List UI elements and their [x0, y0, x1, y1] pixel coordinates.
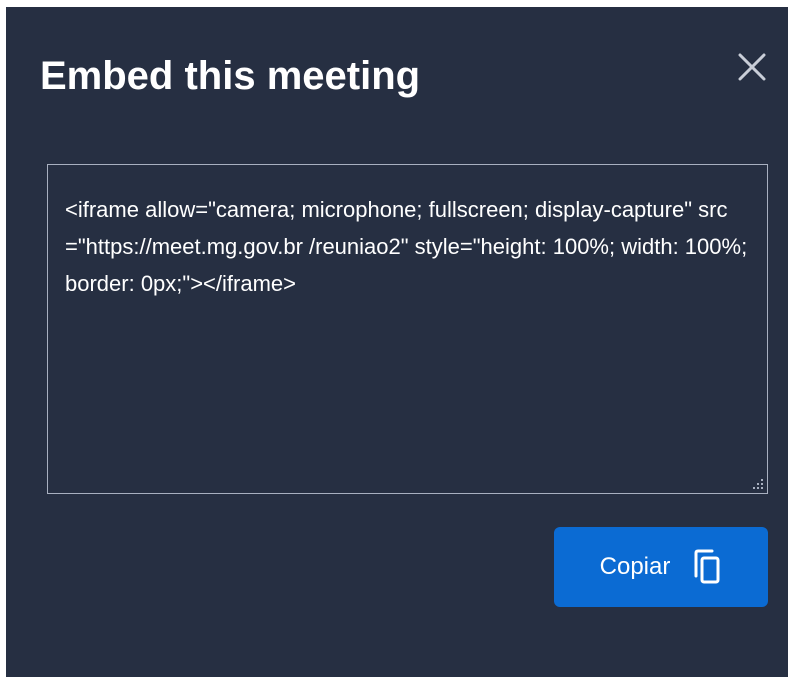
copy-button[interactable]: Copiar: [554, 527, 768, 607]
close-button[interactable]: [734, 49, 770, 85]
embed-code-textarea[interactable]: <iframe allow="camera; microphone; fulls…: [47, 164, 768, 494]
embed-code-text: <iframe allow="camera; microphone; fulls…: [65, 197, 754, 296]
resize-grip-icon[interactable]: [753, 479, 763, 489]
copy-button-label: Copiar: [599, 553, 671, 580]
close-icon: [738, 53, 766, 81]
dialog-title: Embed this meeting: [40, 54, 421, 98]
embed-meeting-dialog: Embed this meeting <iframe allow="camera…: [6, 7, 788, 677]
copy-icon: [692, 549, 722, 585]
